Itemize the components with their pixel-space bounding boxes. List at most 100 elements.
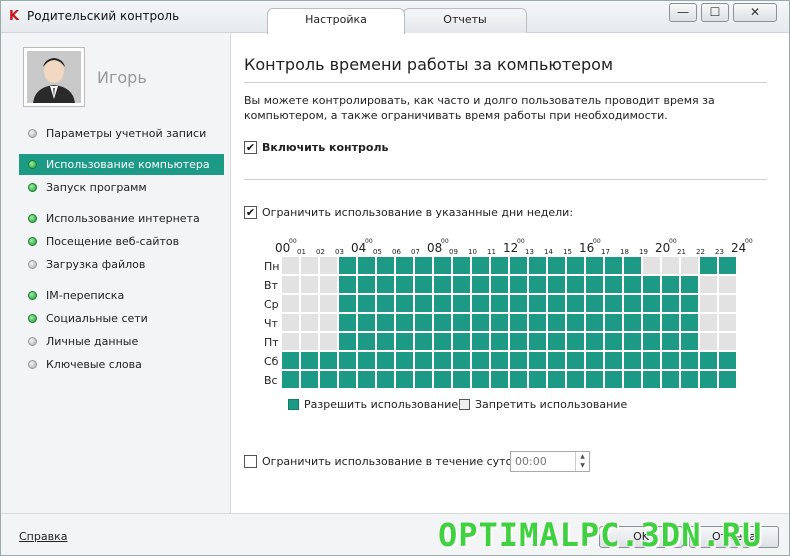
schedule-cell[interactable] [586, 314, 604, 332]
schedule-cell[interactable] [567, 371, 585, 389]
schedule-cell[interactable] [377, 333, 395, 351]
schedule-cell[interactable] [681, 257, 699, 275]
schedule-cell[interactable] [529, 352, 547, 370]
schedule-cell[interactable] [643, 295, 661, 313]
schedule-cell[interactable] [301, 333, 319, 351]
schedule-cell[interactable] [624, 352, 642, 370]
schedule-cell[interactable] [491, 333, 509, 351]
schedule-cell[interactable] [358, 276, 376, 294]
schedule-cell[interactable] [719, 257, 737, 275]
schedule-cell[interactable] [301, 257, 319, 275]
schedule-cell[interactable] [491, 257, 509, 275]
sidebar-item[interactable]: Использование интернета [19, 208, 224, 229]
schedule-cell[interactable] [643, 314, 661, 332]
schedule-cell[interactable] [377, 352, 395, 370]
schedule-cell[interactable] [472, 276, 490, 294]
schedule-cell[interactable] [339, 333, 357, 351]
schedule-cell[interactable] [301, 371, 319, 389]
schedule-cell[interactable] [681, 276, 699, 294]
tab-settings[interactable]: Настройка [267, 8, 405, 34]
schedule-cell[interactable] [282, 333, 300, 351]
schedule-cell[interactable] [301, 276, 319, 294]
schedule-cell[interactable] [605, 352, 623, 370]
schedule-cell[interactable] [548, 295, 566, 313]
schedule-cell[interactable] [491, 295, 509, 313]
schedule-cell[interactable] [700, 257, 718, 275]
schedule-cell[interactable] [339, 295, 357, 313]
schedule-cell[interactable] [529, 295, 547, 313]
schedule-cell[interactable] [358, 257, 376, 275]
schedule-cell[interactable] [282, 371, 300, 389]
schedule-cell[interactable] [700, 333, 718, 351]
enable-control-label[interactable]: Включить контроль [262, 141, 388, 154]
schedule-cell[interactable] [415, 371, 433, 389]
schedule-cell[interactable] [719, 295, 737, 313]
schedule-cell[interactable] [396, 371, 414, 389]
schedule-cell[interactable] [510, 257, 528, 275]
schedule-cell[interactable] [700, 276, 718, 294]
sidebar-item[interactable]: Использование компьютера [19, 154, 224, 175]
schedule-cell[interactable] [396, 257, 414, 275]
schedule-cell[interactable] [472, 352, 490, 370]
schedule-cell[interactable] [282, 352, 300, 370]
schedule-cell[interactable] [320, 276, 338, 294]
schedule-cell[interactable] [529, 276, 547, 294]
schedule-cell[interactable] [396, 314, 414, 332]
schedule-cell[interactable] [624, 333, 642, 351]
schedule-cell[interactable] [377, 295, 395, 313]
schedule-cell[interactable] [377, 371, 395, 389]
schedule-cell[interactable] [681, 333, 699, 351]
schedule-cell[interactable] [320, 295, 338, 313]
schedule-cell[interactable] [396, 295, 414, 313]
schedule-cell[interactable] [643, 371, 661, 389]
schedule-cell[interactable] [586, 295, 604, 313]
schedule-cell[interactable] [548, 371, 566, 389]
schedule-cell[interactable] [472, 314, 490, 332]
schedule-cell[interactable] [643, 333, 661, 351]
sidebar-item[interactable]: Личные данные [19, 331, 224, 352]
schedule-cell[interactable] [700, 295, 718, 313]
tab-reports[interactable]: Отчеты [403, 8, 527, 33]
schedule-cell[interactable] [719, 333, 737, 351]
schedule-cell[interactable] [358, 333, 376, 351]
schedule-cell[interactable] [700, 314, 718, 332]
schedule-cell[interactable] [320, 333, 338, 351]
schedule-cell[interactable] [643, 276, 661, 294]
schedule-cell[interactable] [320, 371, 338, 389]
schedule-cell[interactable] [719, 352, 737, 370]
schedule-cell[interactable] [377, 257, 395, 275]
sidebar-item[interactable]: Параметры учетной записи [19, 123, 224, 144]
schedule-cell[interactable] [586, 333, 604, 351]
sidebar-item[interactable]: Загрузка файлов [19, 254, 224, 275]
schedule-cell[interactable] [567, 352, 585, 370]
schedule-cell[interactable] [624, 314, 642, 332]
schedule-cell[interactable] [605, 314, 623, 332]
schedule-cell[interactable] [510, 333, 528, 351]
sidebar-item[interactable]: Запуск программ [19, 177, 224, 198]
limit-days-label[interactable]: Ограничить использование в указанные дни… [262, 206, 573, 219]
schedule-cell[interactable] [472, 371, 490, 389]
spin-up-icon[interactable]: ▲ [576, 452, 589, 461]
schedule-cell[interactable] [548, 352, 566, 370]
schedule-cell[interactable] [662, 314, 680, 332]
schedule-cell[interactable] [605, 295, 623, 313]
schedule-cell[interactable] [529, 257, 547, 275]
schedule-cell[interactable] [529, 333, 547, 351]
schedule-cell[interactable] [567, 314, 585, 332]
schedule-cell[interactable] [529, 314, 547, 332]
schedule-cell[interactable] [586, 371, 604, 389]
schedule-cell[interactable] [510, 314, 528, 332]
schedule-cell[interactable] [491, 352, 509, 370]
schedule-cell[interactable] [567, 333, 585, 351]
schedule-cell[interactable] [662, 295, 680, 313]
schedule-cell[interactable] [339, 352, 357, 370]
schedule-cell[interactable] [377, 314, 395, 332]
schedule-cell[interactable] [415, 295, 433, 313]
help-link[interactable]: Справка [19, 530, 67, 543]
limit-daily-label[interactable]: Ограничить использование в течение суток… [262, 455, 523, 468]
schedule-cell[interactable] [434, 276, 452, 294]
schedule-cell[interactable] [605, 333, 623, 351]
schedule-cell[interactable] [434, 352, 452, 370]
schedule-cell[interactable] [415, 352, 433, 370]
schedule-cell[interactable] [358, 314, 376, 332]
